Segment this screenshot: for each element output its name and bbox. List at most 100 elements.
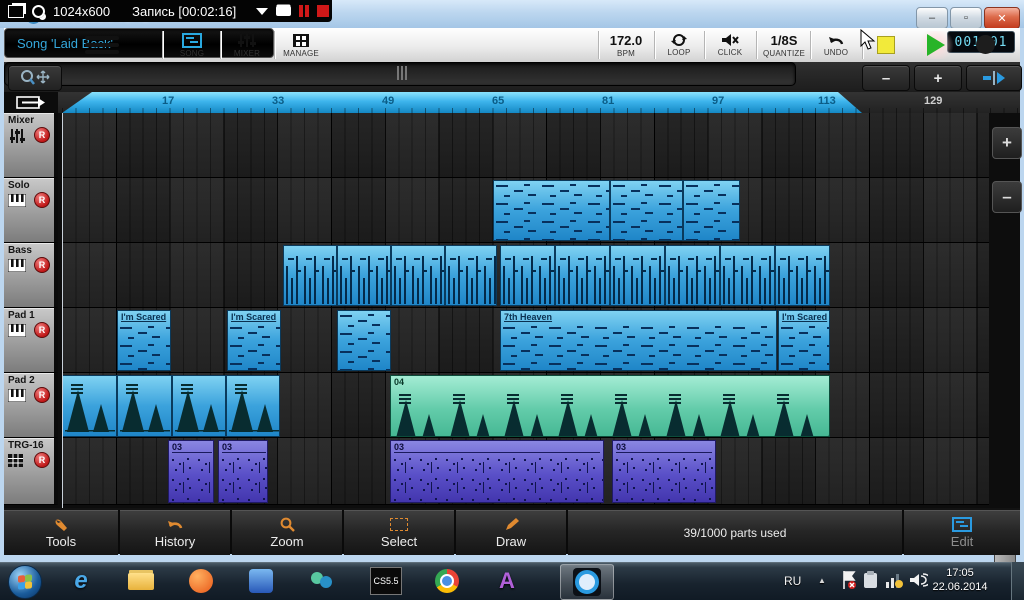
track-header-mixer[interactable]: Mixer R [4,113,58,178]
play-button[interactable] [915,31,957,59]
marker-swatch[interactable] [877,36,895,54]
clip[interactable] [610,180,683,241]
network-icon[interactable] [884,570,904,590]
edit-button[interactable]: Edit [904,510,1020,555]
maximize-button[interactable]: ▫ [950,7,982,29]
camera-icon[interactable] [276,6,291,16]
track-header-pad2[interactable]: Pad 2 R [4,373,58,438]
stop-recording-icon[interactable] [317,5,329,17]
clip[interactable] [775,245,830,306]
clip[interactable] [283,245,337,306]
track-zoom-out-button[interactable]: – [992,181,1022,213]
clip[interactable] [555,245,610,306]
bpm-button[interactable]: 172.0 BPM [600,29,652,61]
clip[interactable] [683,180,740,241]
record-arm-badge[interactable]: R [34,257,50,273]
taskbar-media-player-icon[interactable] [186,567,216,595]
taskbar-aimp-icon[interactable]: A [492,567,522,595]
tray-chevron-icon[interactable]: ▲ [818,576,826,585]
tray-clipboard-icon[interactable] [862,570,880,590]
taskbar-ie-icon[interactable]: e [66,567,96,595]
clip[interactable]: 03 [612,440,716,503]
pencil-icon [504,517,519,532]
zoom-out-button[interactable]: – [862,65,910,91]
clip[interactable] [337,245,391,306]
history-button[interactable]: History [120,510,230,555]
clip[interactable] [62,375,117,437]
mixer-track-icon [8,129,26,143]
pause-recording-icon[interactable] [299,5,303,17]
clip[interactable]: I'm Scared [117,310,171,371]
clip[interactable] [500,245,555,306]
wrench-icon [53,517,69,532]
minimize-button[interactable]: – [916,7,948,29]
clip[interactable] [720,245,775,306]
clip[interactable] [172,375,226,437]
undo-button[interactable]: UNDO [812,29,860,61]
taskbar-chrome-icon[interactable] [432,567,462,595]
scrollbar-grip[interactable] [397,66,407,80]
manage-tab[interactable]: MANAGE [276,29,326,61]
clip[interactable]: 03 [390,440,604,503]
mixer-tab[interactable]: MIXER [222,29,272,61]
show-desktop-button[interactable] [1011,562,1024,600]
record-arm-badge[interactable]: R [34,452,50,468]
record-button[interactable] [976,35,995,54]
playhead[interactable] [62,113,63,508]
track-header-solo[interactable]: Solo R [4,178,58,243]
track-header-pad1[interactable]: Pad 1 R [4,308,58,373]
zoom-in-button[interactable]: + [914,65,962,91]
parts-used-status: 39/1000 parts used [568,510,902,555]
quantize-button[interactable]: 1/8S QUANTIZE [758,29,810,61]
loop-button[interactable]: LOOP [656,29,702,61]
track-header-trg16[interactable]: TRG-16 R [4,438,58,505]
song-tab[interactable]: SONG [166,29,218,61]
language-indicator[interactable]: RU [784,574,801,588]
lane-mixer[interactable] [62,113,989,178]
select-tool-button[interactable]: Select [344,510,454,555]
clip[interactable]: I'm Scared [778,310,830,371]
zoom-tool-button[interactable]: Zoom [232,510,342,555]
clip[interactable] [391,245,445,306]
action-center-flag-icon[interactable] [840,570,858,590]
close-button[interactable]: ✕ [984,7,1020,29]
taskbar-cs55-icon[interactable]: CS5.5 [368,567,404,595]
chevron-down-icon[interactable] [256,8,268,15]
clip[interactable] [337,310,391,371]
clip[interactable] [117,375,172,437]
clip[interactable]: 04 [390,375,830,437]
click-button[interactable]: CLICK [706,29,754,61]
menu-button[interactable] [62,29,142,61]
record-arm-badge[interactable]: R [34,322,50,338]
draw-tool-button[interactable]: Draw [456,510,566,555]
return-to-start-button[interactable] [4,92,58,113]
clip[interactable] [493,180,610,241]
taskbar-movie-maker-icon[interactable] [246,567,276,595]
tools-button[interactable]: Tools [4,510,118,555]
zoom-pan-button[interactable] [8,65,62,91]
clip[interactable]: I'm Scared [227,310,281,371]
timeline-ruler[interactable]: 17 33 49 65 81 97 113 129 [4,92,1020,113]
taskbar-folder-icon[interactable] [126,567,156,595]
arrangement-area: Mixer R Solo R Bass R Pad 1 R Pad 2 R TR… [4,113,1020,508]
track-header-bass[interactable]: Bass R [4,243,58,308]
start-button[interactable] [8,565,42,599]
taskbar-clock[interactable]: 17:05 22.06.2014 [918,566,1002,594]
clip[interactable] [226,375,280,437]
clip[interactable]: 03 [218,440,268,503]
clip[interactable]: 03 [168,440,214,503]
record-arm-badge[interactable]: R [34,192,50,208]
magnifier-icon[interactable] [32,5,45,18]
clip[interactable] [665,245,720,306]
clip[interactable] [610,245,665,306]
horizontal-scrollbar[interactable] [4,62,796,86]
record-arm-badge[interactable]: R [34,127,50,143]
record-arm-badge[interactable]: R [34,387,50,403]
goto-playhead-button[interactable] [966,65,1022,91]
window-capture-icon[interactable] [8,5,24,18]
taskbar-nanostudio-active[interactable] [560,564,614,600]
clip[interactable]: 7th Heaven [500,310,777,371]
track-zoom-in-button[interactable]: + [992,127,1022,159]
taskbar-messenger-icon[interactable] [306,567,336,595]
clip[interactable] [445,245,497,306]
